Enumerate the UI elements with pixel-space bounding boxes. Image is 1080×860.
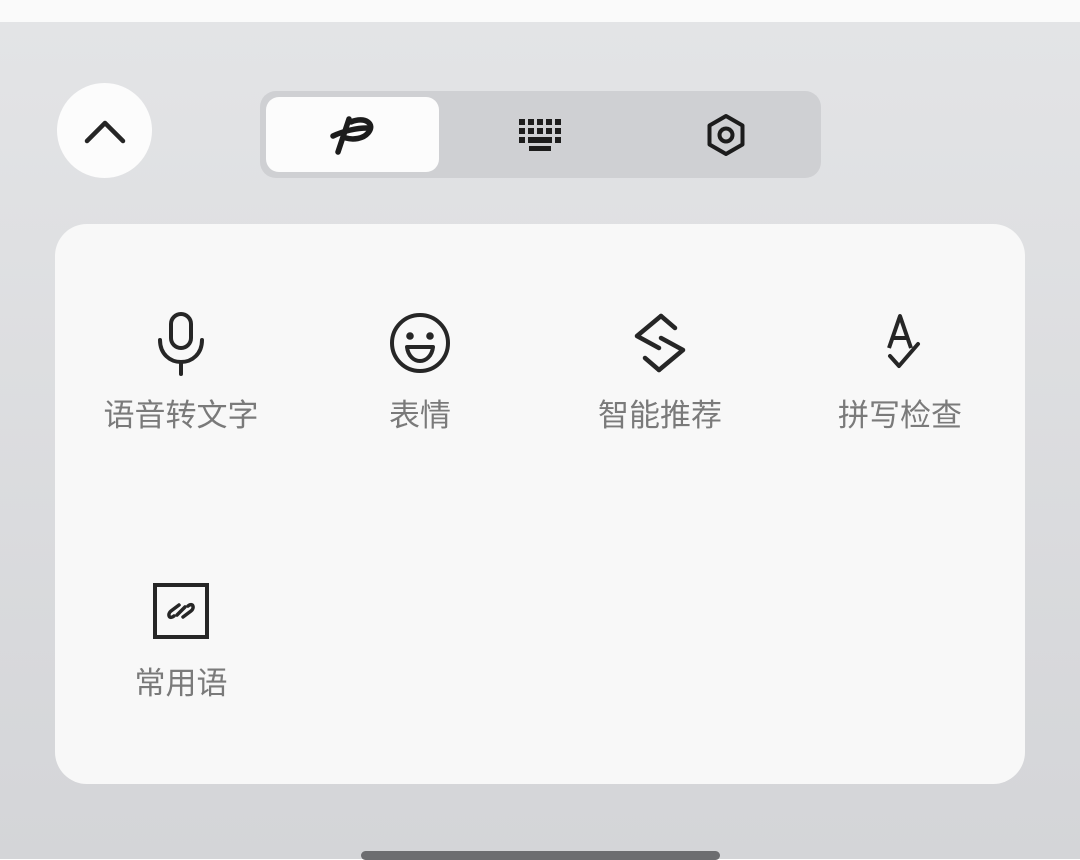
tab-settings[interactable] xyxy=(635,97,817,172)
common-phrases-button[interactable]: 常用语 xyxy=(61,576,301,704)
tab-keyboard[interactable] xyxy=(450,97,632,172)
phrases-icon xyxy=(153,583,209,639)
emoji-icon xyxy=(390,313,450,373)
emoji-button[interactable]: 表情 xyxy=(300,308,540,436)
input-mode-switcher xyxy=(260,91,821,178)
spell-check-label: 拼写检查 xyxy=(838,398,962,434)
smart-suggest-icon xyxy=(634,313,686,373)
collapse-button[interactable] xyxy=(57,83,152,178)
chevron-up-icon xyxy=(84,120,125,143)
spell-check-button[interactable]: 拼写检查 xyxy=(780,308,1020,436)
common-phrases-label: 常用语 xyxy=(134,666,228,702)
emoji-label: 表情 xyxy=(389,398,451,434)
smart-suggest-button[interactable]: 智能推荐 xyxy=(540,308,780,436)
voice-to-text-button[interactable]: 语音转文字 xyxy=(61,308,301,436)
tools-panel: 语音转文字 表情 智能推荐 拼写检查 常用语 xyxy=(55,224,1025,784)
handwriting-icon xyxy=(329,115,373,155)
settings-icon xyxy=(707,113,745,156)
tab-handwriting[interactable] xyxy=(266,97,439,172)
keyboard-icon xyxy=(519,118,561,151)
spell-check-icon xyxy=(887,314,920,368)
microphone-icon xyxy=(158,312,204,376)
top-strip xyxy=(0,0,1080,22)
smart-suggest-label: 智能推荐 xyxy=(598,398,722,434)
voice-to-text-label: 语音转文字 xyxy=(103,398,259,434)
keyboard-panel: 语音转文字 表情 智能推荐 拼写检查 常用语 xyxy=(0,22,1080,860)
